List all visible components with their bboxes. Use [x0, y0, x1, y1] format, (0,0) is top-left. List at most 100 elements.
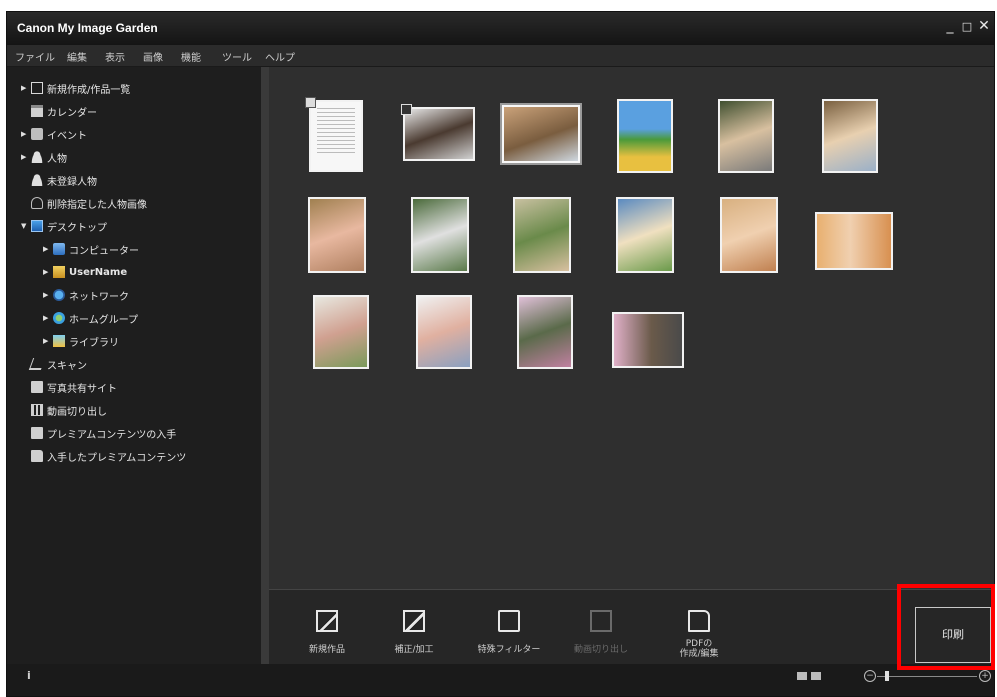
library-icon [53, 335, 65, 347]
window-title: Canon My Image Garden [17, 21, 158, 35]
video-frame-icon [590, 610, 612, 632]
zoom-slider-track[interactable] [877, 676, 977, 677]
sidebar-item-network[interactable]: ▶ ネットワーク [43, 286, 129, 304]
thumbnail[interactable] [411, 197, 469, 273]
thumbnail[interactable] [517, 295, 573, 369]
sidebar-item-computer[interactable]: ▶ コンピューター [43, 240, 139, 258]
video-frame-button[interactable]: 動画切り出し [566, 590, 636, 665]
sidebar-item-label: UserName [69, 266, 128, 278]
thumbnail[interactable] [718, 99, 774, 173]
special-filter-button[interactable]: 特殊フィルター [474, 590, 544, 665]
close-icon[interactable]: ✕ [977, 18, 991, 34]
thumbnail[interactable] [617, 99, 673, 173]
sidebar-item-event[interactable]: ▶ イベント [21, 125, 87, 143]
zoom-slider-handle[interactable] [885, 671, 889, 681]
new-document-icon [31, 82, 43, 94]
menu-bar: ファイル 編集 表示 画像 機能 ツール ヘルプ [7, 45, 994, 67]
maximize-icon[interactable]: □ [960, 20, 974, 33]
sidebar-item-scan[interactable]: スキャン [28, 355, 87, 373]
video-capture-icon [31, 404, 43, 416]
event-icon [31, 128, 43, 140]
expand-arrow-icon[interactable]: ▶ [43, 268, 53, 276]
correct-edit-icon [403, 610, 425, 632]
user-folder-icon [53, 266, 65, 278]
photo-share-icon [31, 381, 43, 393]
sidebar-item-label: ホームグループ [69, 314, 139, 326]
expand-arrow-icon[interactable]: ▶ [21, 153, 31, 161]
sidebar-item-label: 写真共有サイト [47, 383, 117, 395]
sidebar-item-label: ライブラリ [69, 337, 119, 349]
expand-arrow-icon[interactable]: ▶ [43, 291, 53, 299]
view-grid-icon[interactable] [797, 672, 807, 680]
action-toolbar: 新規作品 補正/加工 特殊フィルター 動画切り出し PDFの 作成/編集 印刷 [269, 589, 994, 665]
title-bar: Canon My Image Garden _ □ ✕ [7, 12, 994, 45]
info-icon[interactable]: i [27, 669, 31, 682]
sidebar-item-get-premium[interactable]: プレミアムコンテンツの入手 [31, 424, 176, 442]
sidebar-item-label: プレミアムコンテンツの入手 [47, 429, 177, 441]
video-frame-label: 動画切り出し [573, 645, 628, 655]
sidebar-item-label: 未登録人物 [47, 176, 97, 188]
sidebar-item-person[interactable]: ▶ 人物 [21, 148, 67, 166]
menu-function[interactable]: 機能 [181, 49, 201, 64]
computer-icon [53, 243, 65, 255]
zoom-out-icon[interactable]: − [864, 670, 876, 682]
view-list-icon[interactable] [811, 672, 821, 680]
menu-file[interactable]: ファイル [15, 49, 55, 64]
expand-arrow-icon[interactable]: ▶ [43, 245, 53, 253]
sidebar-item-library[interactable]: ▶ ライブラリ [43, 332, 119, 350]
pdf-create-edit-button[interactable]: PDFの 作成/編集 [664, 590, 734, 665]
expand-arrow-icon[interactable]: ▶ [43, 314, 53, 322]
person-icon [31, 151, 43, 163]
special-filter-label: 特殊フィルター [477, 645, 541, 655]
sidebar-item-video-capture[interactable]: 動画切り出し [31, 401, 107, 419]
new-item-label: 新規作品 [308, 645, 345, 655]
new-item-button[interactable]: 新規作品 [292, 590, 362, 665]
menu-view[interactable]: 表示 [105, 49, 125, 64]
thumbnail[interactable] [720, 197, 778, 273]
sidebar-item-label: カレンダー [47, 107, 97, 119]
sidebar-item-label: ネットワーク [69, 291, 129, 303]
thumbnail[interactable] [403, 107, 475, 161]
expand-arrow-icon[interactable]: ▶ [43, 337, 53, 345]
expand-arrow-icon[interactable]: ▶ [21, 130, 31, 138]
sidebar-item-homegroup[interactable]: ▶ ホームグループ [43, 309, 138, 327]
folder-icon [31, 450, 43, 462]
scan-icon [28, 358, 46, 370]
special-filter-icon [498, 610, 520, 632]
sidebar-item-label: 入手したプレミアムコンテンツ [47, 452, 187, 464]
unregistered-person-icon [31, 174, 43, 186]
thumbnail[interactable] [815, 212, 893, 270]
sidebar-item-calendar[interactable]: カレンダー [31, 102, 97, 120]
menu-tools[interactable]: ツール [222, 49, 252, 64]
sidebar-item-downloaded-premium[interactable]: 入手したプレミアムコンテンツ [31, 447, 186, 465]
sidebar-item-unregistered-person[interactable]: 未登録人物 [31, 171, 97, 189]
menu-edit[interactable]: 編集 [67, 49, 87, 64]
expand-arrow-icon[interactable]: ▶ [21, 84, 31, 92]
thumbnail[interactable] [822, 99, 878, 173]
thumbnail[interactable] [416, 295, 472, 369]
correct-edit-label: 補正/加工 [394, 645, 434, 655]
sidebar-item-label: 新規作成/作品一覧 [47, 84, 131, 96]
sidebar-item-username[interactable]: ▶ UserName [43, 263, 127, 281]
collapse-arrow-icon[interactable]: ▼ [21, 222, 31, 230]
menu-help[interactable]: ヘルプ [265, 49, 295, 64]
thumbnail[interactable] [309, 100, 363, 172]
sidebar-item-label: スキャン [47, 360, 87, 372]
sidebar-item-deleted-person[interactable]: 削除指定した人物画像 [31, 194, 147, 212]
thumbnail[interactable] [308, 197, 366, 273]
thumbnail[interactable] [612, 312, 684, 368]
network-icon [53, 289, 65, 301]
item-type-badge-icon [305, 97, 316, 108]
sidebar-item-desktop[interactable]: ▼ デスクトップ [21, 217, 107, 235]
zoom-in-icon[interactable]: + [979, 670, 991, 682]
sidebar-item-photo-share[interactable]: 写真共有サイト [31, 378, 117, 396]
correct-edit-button[interactable]: 補正/加工 [379, 590, 449, 665]
thumbnail[interactable] [513, 197, 571, 273]
menu-image[interactable]: 画像 [143, 49, 163, 64]
sidebar-item-new-creation[interactable]: ▶ 新規作成/作品一覧 [21, 79, 130, 97]
minimize-icon[interactable]: _ [943, 18, 957, 34]
sidebar-splitter[interactable] [261, 67, 269, 664]
thumbnail[interactable] [616, 197, 674, 273]
thumbnail-selected[interactable] [502, 105, 580, 163]
thumbnail[interactable] [313, 295, 369, 369]
